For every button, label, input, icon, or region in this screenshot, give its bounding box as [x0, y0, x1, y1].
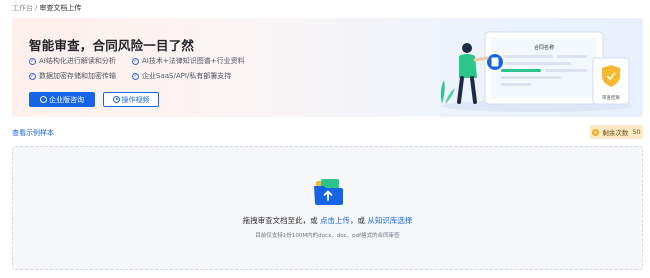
doc-title: 合同名称 — [534, 44, 554, 51]
breadcrumb-root[interactable]: 工作台 — [12, 4, 33, 12]
folder-upload-icon — [314, 179, 343, 205]
view-sample-link[interactable]: 查看示例样本 — [12, 128, 54, 138]
check-icon: ✓ — [132, 57, 139, 65]
upload-separator: ，或 — [350, 216, 365, 225]
feature-item: ✓ AI结构化进行解读和分析 — [29, 56, 116, 66]
upload-hint: 目前仅支持1份100M内的docx、doc、pdf格式的合同审查 — [255, 233, 400, 239]
breadcrumb: 工作台 / 审查文档上传 — [12, 3, 81, 13]
breadcrumb-current: 审查文档上传 — [39, 4, 82, 12]
upload-prefix: 拖拽审查文档至此，或 — [242, 216, 318, 225]
contract-review-illustration: 合同名称 审查结果 — [440, 31, 632, 112]
click-upload-link[interactable]: 点击上传 — [320, 216, 350, 225]
enterprise-consult-button[interactable]: 企业版咨询 — [29, 92, 95, 107]
enterprise-consult-label: 企业版咨询 — [49, 95, 84, 104]
chat-icon — [40, 96, 47, 103]
remaining-label: 剩余次数 — [602, 129, 629, 137]
feature-label: AI技术+法律知识图谱+行业资料 — [142, 57, 245, 65]
check-icon: ✓ — [29, 72, 36, 80]
banner-title: 智能审查，合同风险一目了然 — [29, 38, 195, 53]
check-icon: ✓ — [132, 72, 139, 80]
tutorial-video-button[interactable]: 操作视频 — [103, 92, 159, 107]
tutorial-video-label: 操作视频 — [121, 95, 150, 104]
shield-label: 审查结果 — [602, 94, 620, 101]
promo-banner: 智能审查，合同风险一目了然 ✓ AI结构化进行解读和分析 ✓ AI技术+法律知识图谱… — [12, 18, 643, 117]
feature-item: ✓ 数据加密存储和加密传输 — [29, 71, 116, 81]
play-icon — [112, 96, 120, 103]
upload-dropzone[interactable]: 拖拽审查文档至此，或 点击上传，或 从知识库选择 目前仅支持1份100M内的do… — [12, 146, 643, 270]
breadcrumb-separator: / — [35, 4, 38, 12]
remaining-count-badge: 剩余次数 50 — [590, 125, 643, 139]
remaining-count: 50 — [632, 128, 641, 136]
upload-instructions: 拖拽审查文档至此，或 点击上传，或 从知识库选择 — [13, 215, 642, 226]
feature-label: 数据加密存储和加密传输 — [39, 72, 116, 80]
feature-item: ✓ 企业SaaS/API/私有部署支持 — [132, 71, 231, 81]
coin-icon — [592, 128, 600, 136]
feature-label: 企业SaaS/API/私有部署支持 — [142, 72, 232, 80]
select-from-library-link[interactable]: 从知识库选择 — [367, 216, 412, 225]
feature-item: ✓ AI技术+法律知识图谱+行业资料 — [132, 56, 245, 66]
feature-label: AI结构化进行解读和分析 — [39, 57, 116, 65]
check-icon: ✓ — [29, 57, 36, 65]
